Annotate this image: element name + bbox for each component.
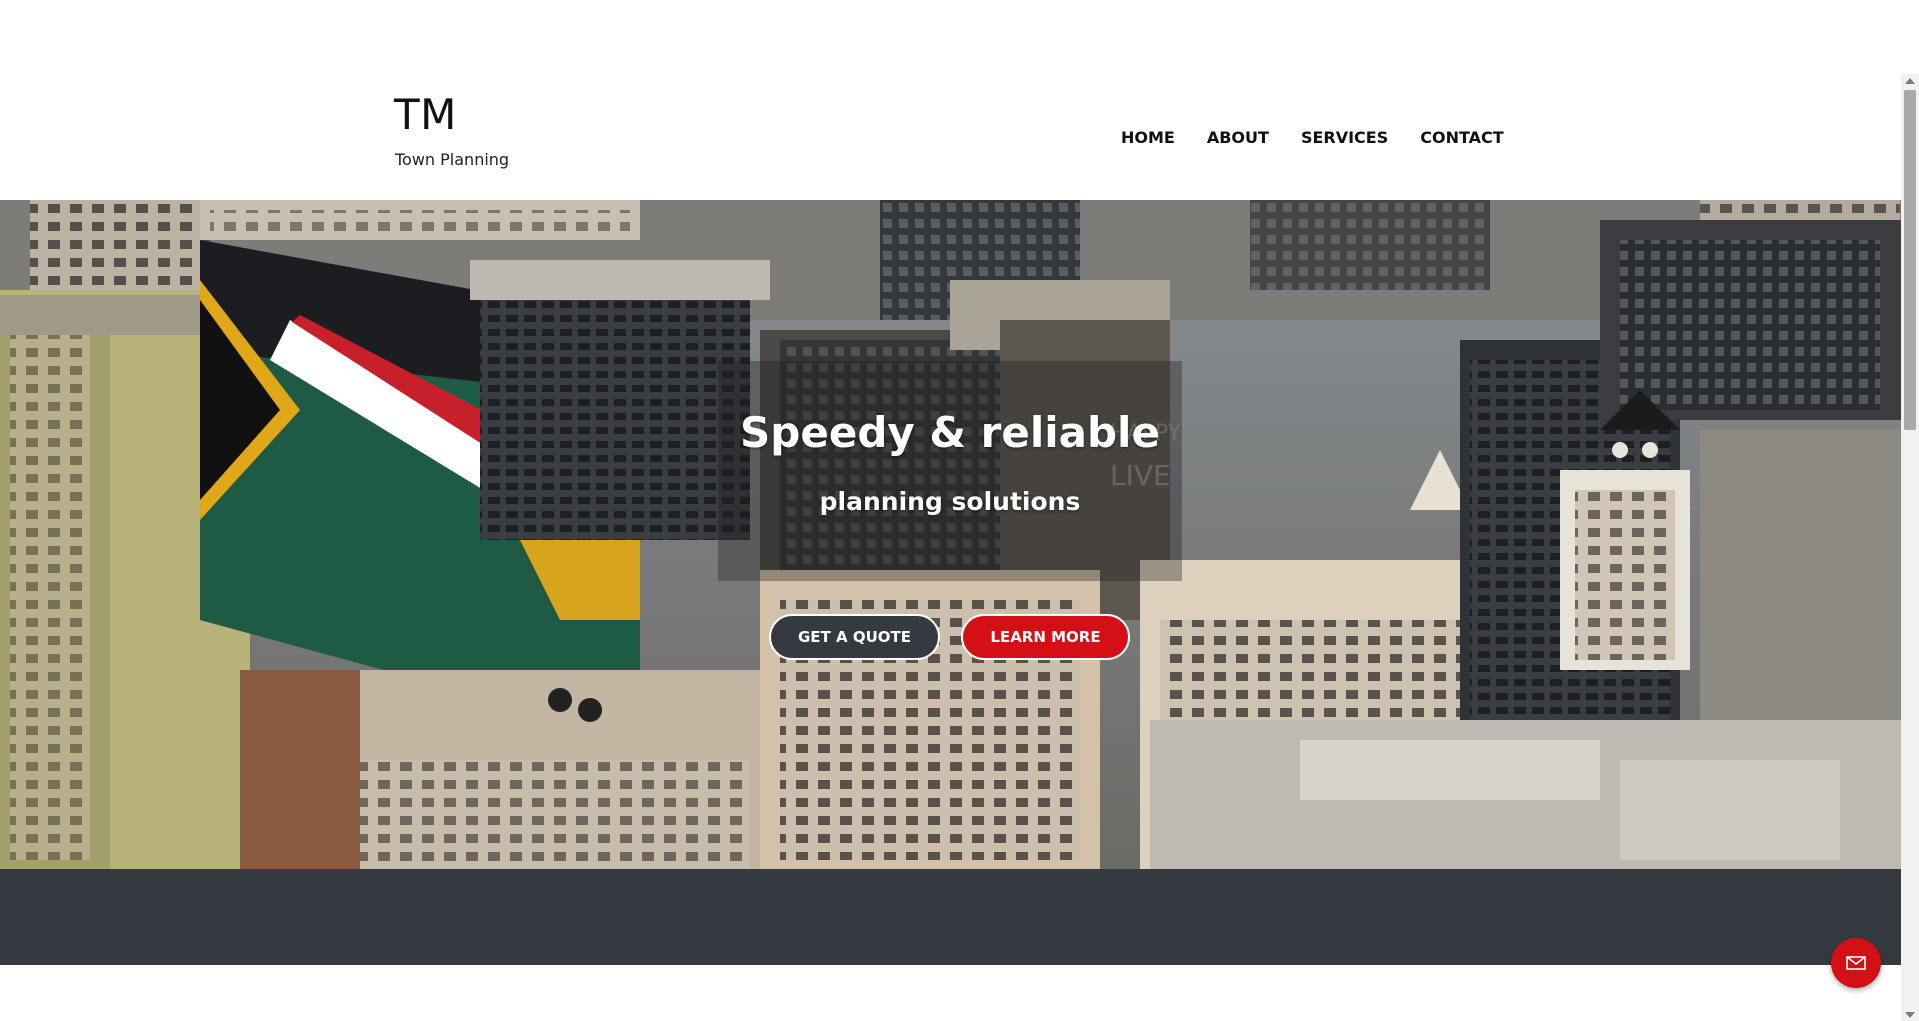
brand-logo-title[interactable]: TM [394, 90, 457, 139]
brand-subtitle: Town Planning [395, 150, 510, 169]
learn-more-button[interactable]: LEARN MORE [961, 614, 1130, 660]
nav-item-services[interactable]: SERVICES [1301, 128, 1388, 147]
envelope-icon [1846, 956, 1866, 970]
hero-heading: Speedy & reliable [740, 408, 1160, 457]
page: TM Town Planning HOME ABOUT SERVICES CON… [0, 0, 1919, 1021]
hero-text-overlay [718, 361, 1182, 581]
hero-subheading: planning solutions [819, 487, 1081, 516]
main-nav: HOME ABOUT SERVICES CONTACT [1121, 128, 1504, 147]
scroll-up-arrow-icon[interactable] [1905, 78, 1915, 84]
nav-item-home[interactable]: HOME [1121, 128, 1175, 147]
dark-band-section [0, 869, 1901, 965]
nav-item-contact[interactable]: CONTACT [1420, 128, 1503, 147]
site-header: TM Town Planning HOME ABOUT SERVICES CON… [0, 0, 1901, 200]
scrollbar-thumb[interactable] [1904, 90, 1916, 430]
hero-section: HAPPY LIVE Speedy & reliable planning so… [0, 200, 1901, 869]
nav-item-about[interactable]: ABOUT [1207, 128, 1269, 147]
scroll-down-arrow-icon[interactable] [1905, 1012, 1915, 1018]
get-a-quote-button[interactable]: GET A QUOTE [769, 614, 940, 660]
floating-contact-button[interactable] [1831, 938, 1881, 988]
